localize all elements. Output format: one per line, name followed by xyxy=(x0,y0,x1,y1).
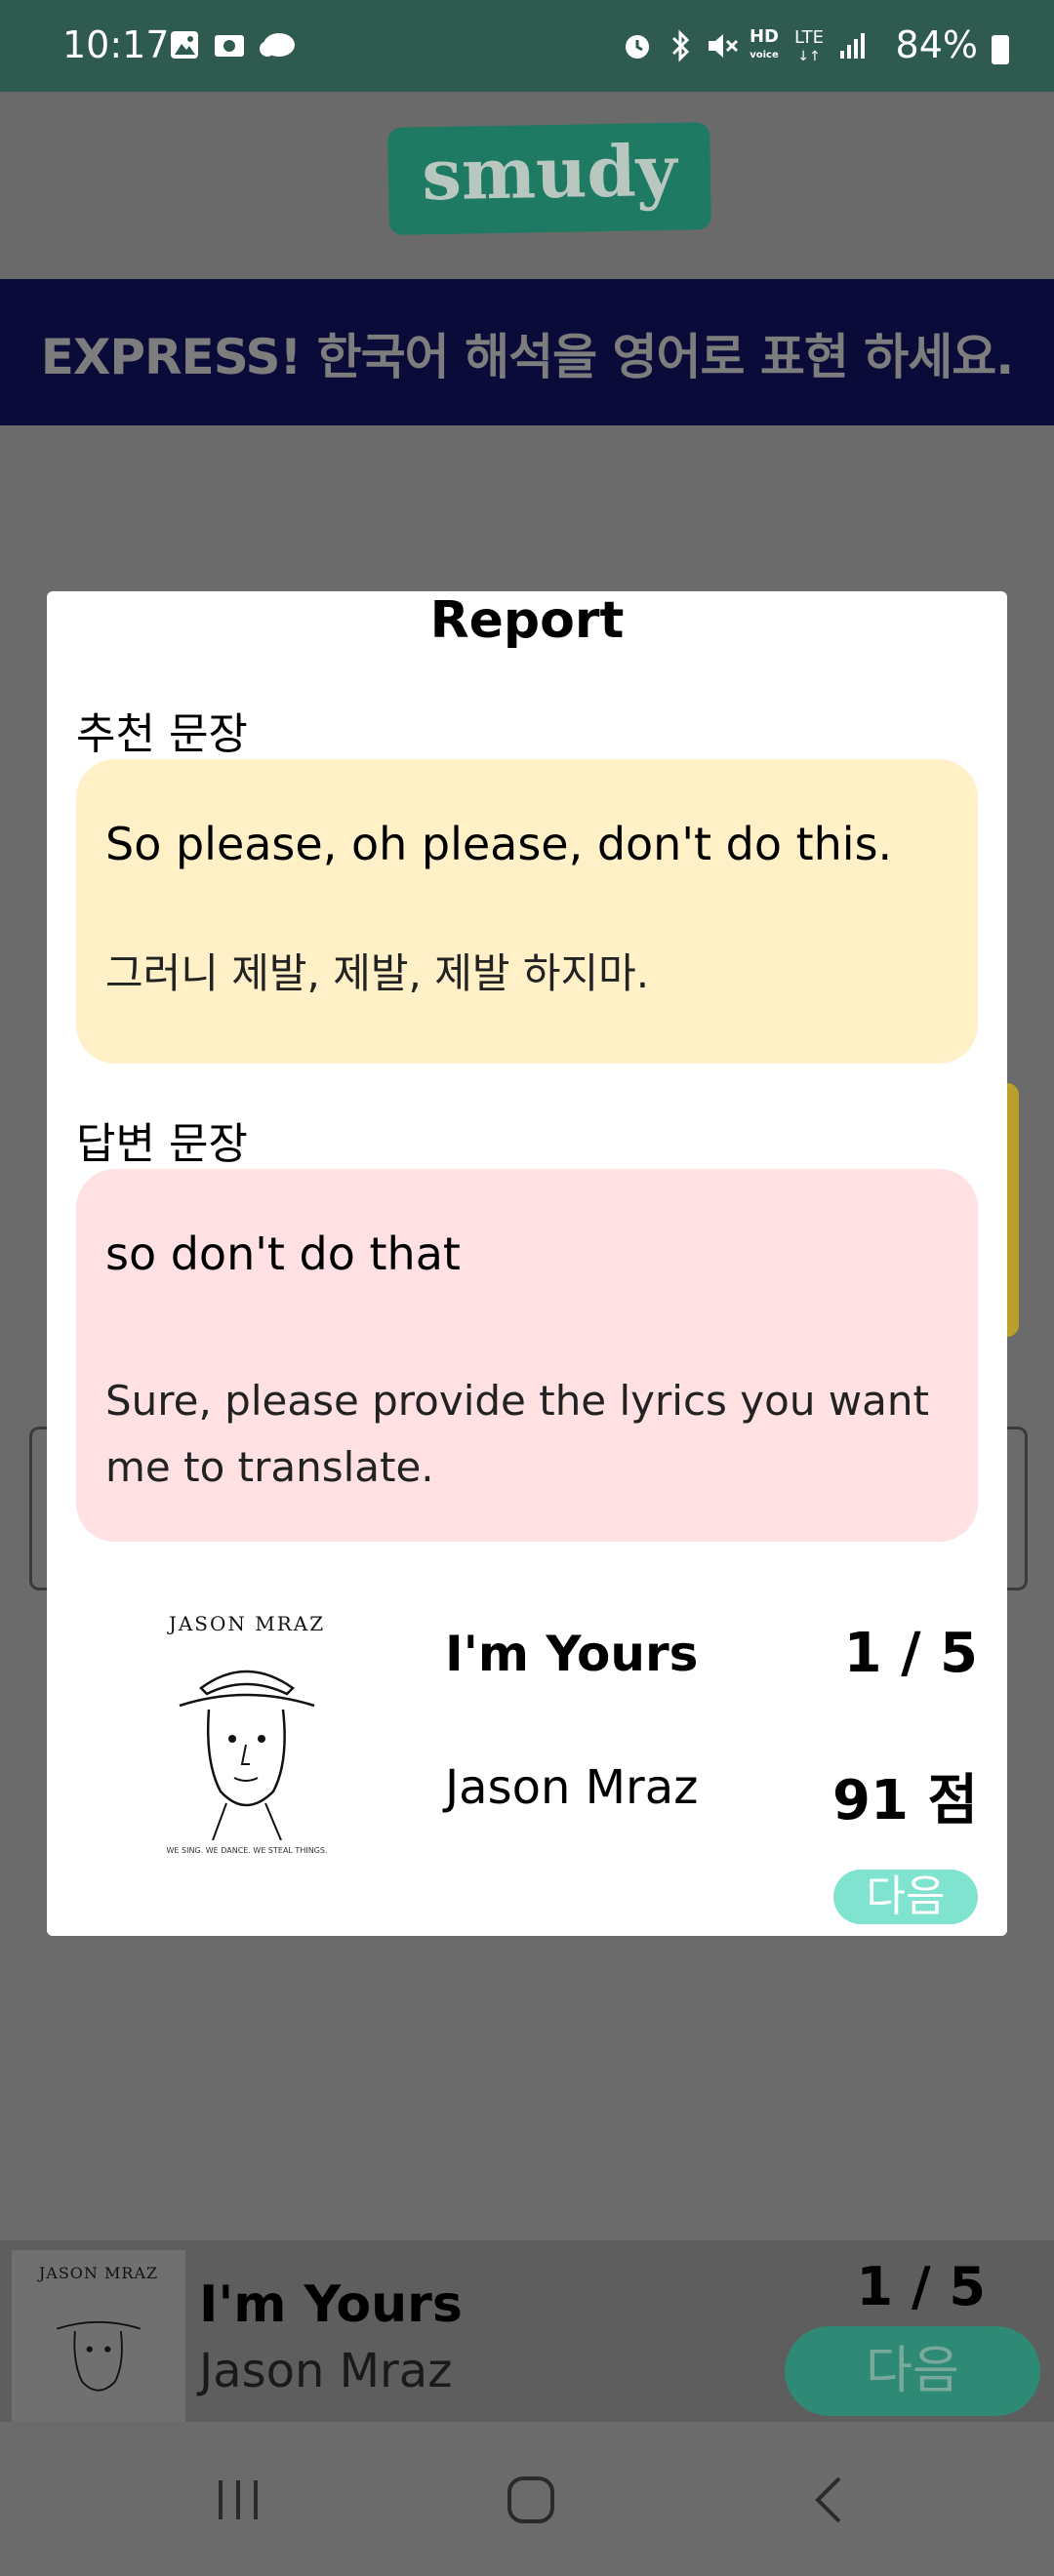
status-bar: 10:17 HD voice LTE ↓↑ 84% xyxy=(0,0,1054,92)
alarm-icon xyxy=(621,29,654,62)
battery-icon xyxy=(992,35,1009,64)
answer-sentence-card: so don't do that Sure, please provide th… xyxy=(76,1169,978,1542)
player-song-artist: Jason Mraz xyxy=(199,2344,453,2398)
lte-icon: LTE ↓↑ xyxy=(794,27,824,65)
app-logo: smudy xyxy=(387,122,711,235)
bluetooth-icon xyxy=(664,29,697,62)
recommended-english: So please, oh please, don't do this. xyxy=(105,818,893,870)
navigation-bar xyxy=(0,2422,1054,2576)
recommended-sentence-card: So please, oh please, don't do this. 그러니… xyxy=(76,759,978,1064)
score: 91 점 xyxy=(832,1769,978,1832)
song-title: I'm Yours xyxy=(445,1626,699,1682)
recommended-korean: 그러니 제발, 제발, 제발 하지마. xyxy=(105,949,650,997)
media-icon xyxy=(213,29,246,62)
album-art-caption: WE SING. WE DANCE. WE STEAL THINGS. xyxy=(166,1846,328,1855)
back-icon[interactable] xyxy=(800,2473,859,2527)
answer-feedback: Sure, please provide the lyrics you want… xyxy=(105,1377,929,1491)
image-icon xyxy=(168,29,201,62)
player-song-title: I'm Yours xyxy=(199,2275,463,2334)
player-progress: 1 / 5 xyxy=(856,2256,986,2317)
app-header: smudy xyxy=(0,92,1054,279)
album-art-sketch xyxy=(179,1670,315,1840)
mute-icon xyxy=(705,29,739,62)
player-album-sketch xyxy=(57,2320,141,2392)
player-album-art-text: JASON MRAZ xyxy=(38,2264,159,2282)
question-progress: 1 / 5 xyxy=(843,1622,978,1685)
recent-apps-icon[interactable] xyxy=(209,2473,267,2527)
next-button[interactable]: 다음 xyxy=(833,1870,978,1924)
player-next-button[interactable]: 다음 xyxy=(785,2326,1040,2416)
battery-percent: 84% xyxy=(895,23,978,66)
report-modal: Report 추천 문장 So please, oh please, don't… xyxy=(47,591,1007,1936)
answer-sentence-label: 답변 문장 xyxy=(76,1119,248,1169)
signal-icon xyxy=(835,29,869,62)
status-time: 10:17 xyxy=(62,23,170,66)
player-bar: JASON MRAZ I'm Yours Jason Mraz 1 / 5 다음 xyxy=(0,2240,1054,2424)
cloud-icon xyxy=(258,29,295,62)
recommended-sentence-label: 추천 문장 xyxy=(76,709,248,759)
home-icon[interactable] xyxy=(502,2473,560,2527)
album-art: JASON MRAZ WE SING. WE DANCE. WE STEAL T… xyxy=(144,1606,349,1870)
song-artist: Jason Mraz xyxy=(445,1760,699,1815)
instruction-banner: EXPRESS! 한국어 해석을 영어로 표현 하세요. xyxy=(0,279,1054,425)
album-art-artist-text: JASON MRAZ xyxy=(168,1612,326,1635)
answer-english: so don't do that xyxy=(105,1228,461,1280)
instruction-banner-text: EXPRESS! 한국어 해석을 영어로 표현 하세요. xyxy=(40,329,1015,385)
app-logo-text: smudy xyxy=(421,128,678,217)
hd-voice-icon: HD voice xyxy=(749,26,779,61)
report-title: Report xyxy=(429,591,625,650)
player-album-art: JASON MRAZ xyxy=(12,2250,185,2424)
